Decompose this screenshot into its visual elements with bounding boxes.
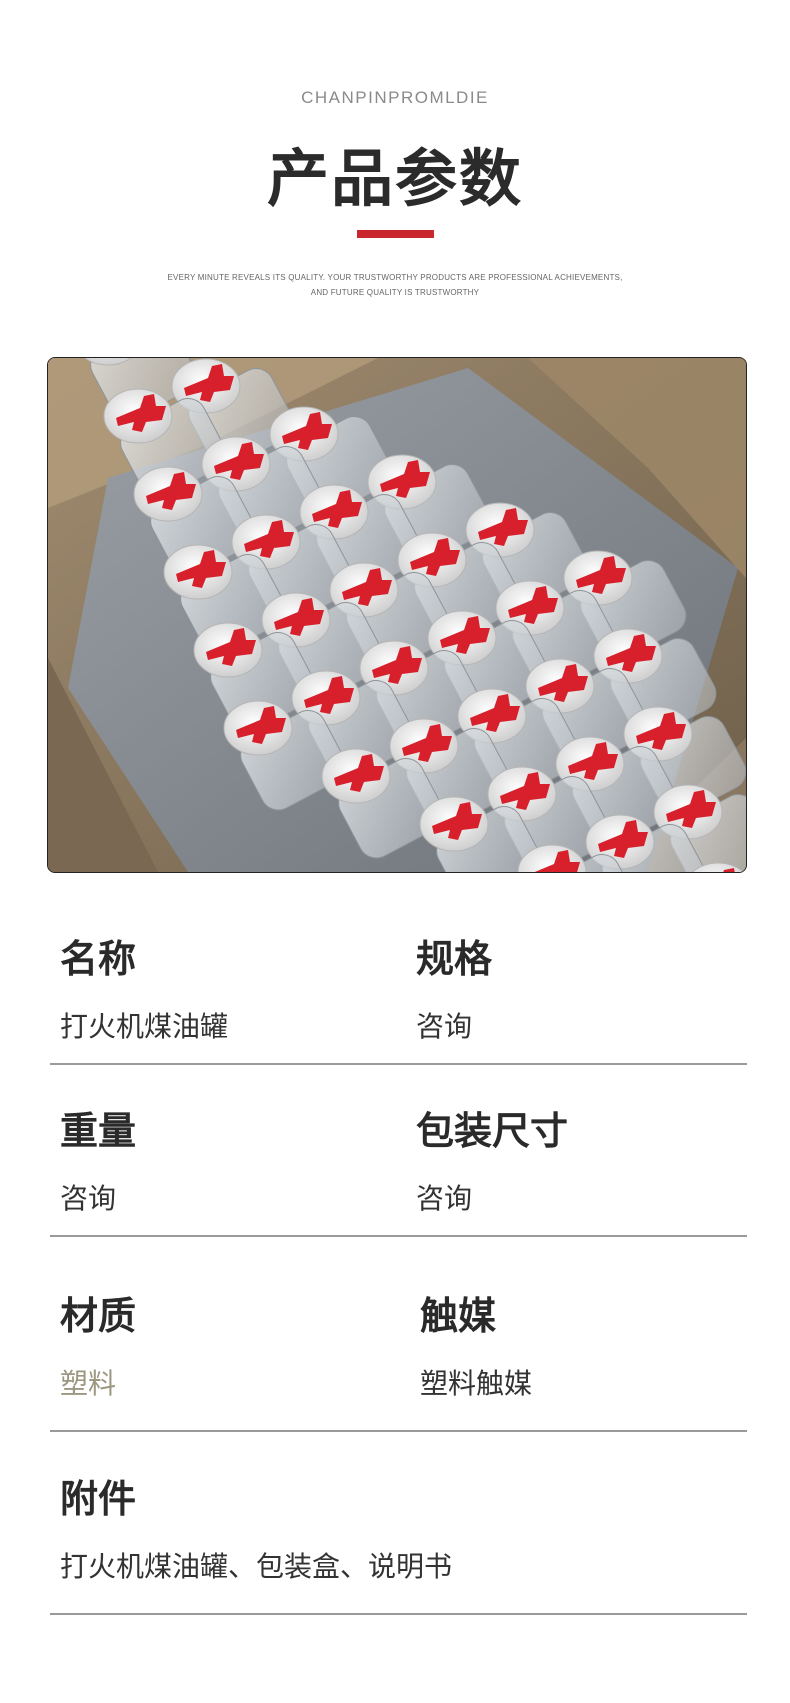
spec-label: 材质 bbox=[60, 1294, 137, 1338]
spec-material: 材质 塑料 bbox=[60, 1285, 136, 1402]
divider bbox=[50, 1613, 747, 1615]
spec-name: 名称 打火机煤油罐 bbox=[60, 928, 228, 1045]
spec-label: 附件 bbox=[60, 1477, 137, 1521]
spec-weight: 重量 咨询 bbox=[60, 1100, 136, 1217]
spec-label: 触媒 bbox=[420, 1294, 497, 1338]
spec-value: 咨询 bbox=[416, 1010, 473, 1043]
tagline-line-2: AND FUTURE QUALITY IS TRUSTWORTHY bbox=[310, 288, 480, 297]
product-photo bbox=[47, 357, 747, 873]
spec-label: 包装尺寸 bbox=[416, 1109, 569, 1153]
product-photo-illustration bbox=[48, 358, 746, 872]
spec-value: 咨询 bbox=[60, 1182, 117, 1215]
tagline: EVERY MINUTE REVEALS ITS QUALITY. YOUR T… bbox=[0, 270, 790, 300]
spec-label: 名称 bbox=[60, 937, 137, 981]
spec-label: 重量 bbox=[60, 1109, 137, 1153]
page-title: 产品参数 bbox=[266, 142, 523, 215]
spec-size: 规格 咨询 bbox=[416, 928, 492, 1045]
divider bbox=[50, 1235, 747, 1237]
divider bbox=[50, 1063, 747, 1065]
accent-bar bbox=[357, 230, 434, 238]
spec-catalyst: 触媒 塑料触媒 bbox=[420, 1285, 532, 1402]
spec-label: 规格 bbox=[416, 937, 493, 981]
eyebrow-text: CHANPINPROMLDIE bbox=[301, 88, 489, 107]
spec-value: 塑料触媒 bbox=[420, 1367, 533, 1400]
spec-value: 咨询 bbox=[416, 1182, 473, 1215]
tagline-line-1: EVERY MINUTE REVEALS ITS QUALITY. YOUR T… bbox=[167, 273, 623, 282]
spec-value: 塑料 bbox=[60, 1367, 117, 1400]
divider bbox=[50, 1430, 747, 1432]
spec-value: 打火机煤油罐、包装盒、说明书 bbox=[60, 1550, 453, 1583]
spec-package-size: 包装尺寸 咨询 bbox=[416, 1100, 568, 1217]
spec-value: 打火机煤油罐 bbox=[60, 1010, 229, 1043]
spec-accessories: 附件 打火机煤油罐、包装盒、说明书 bbox=[60, 1468, 452, 1585]
